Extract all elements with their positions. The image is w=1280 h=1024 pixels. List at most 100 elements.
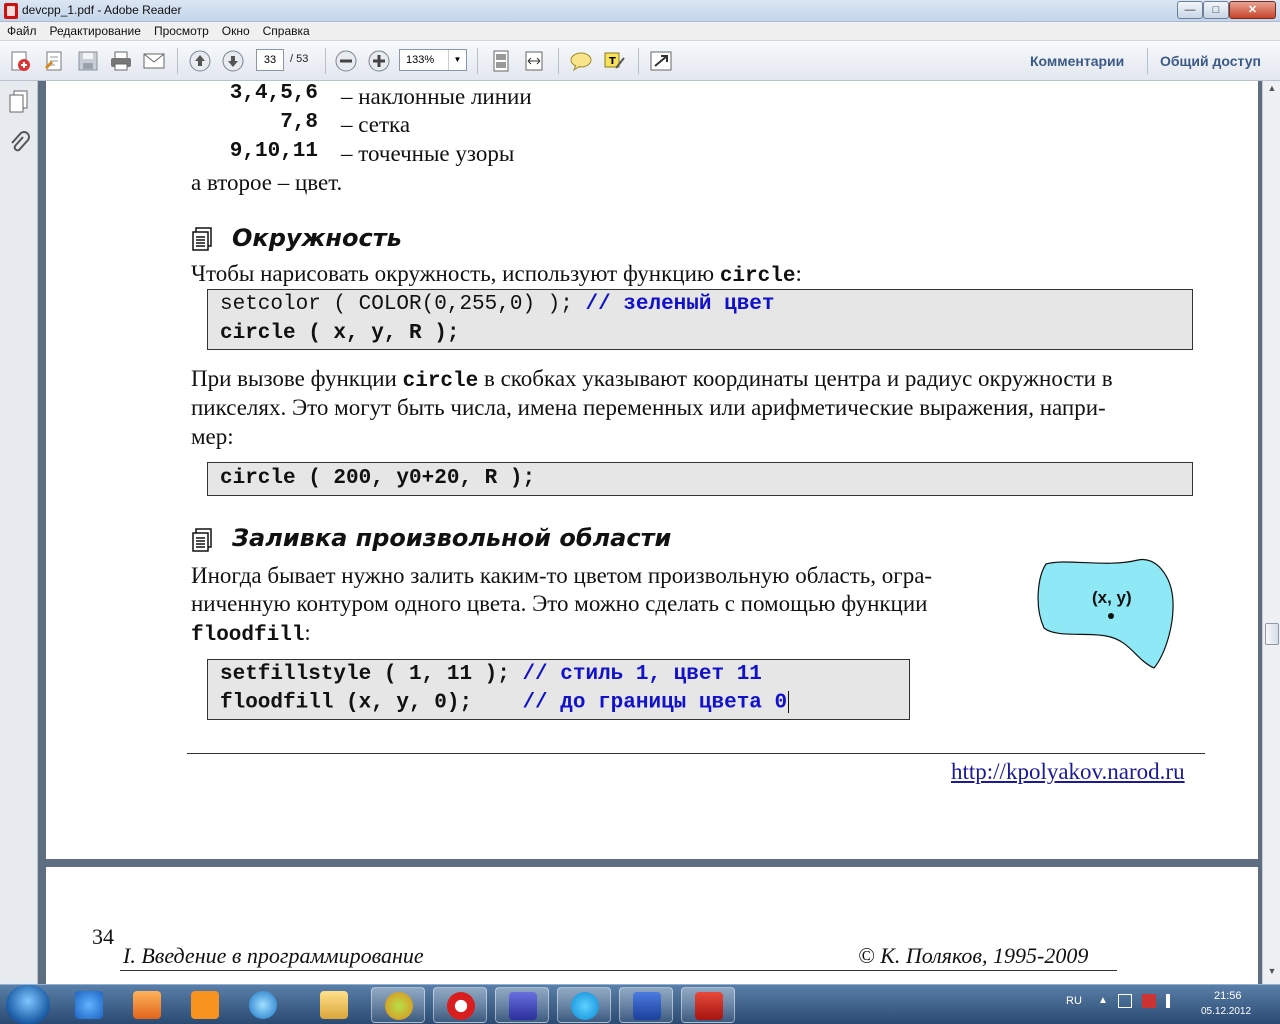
- taskbar-ie[interactable]: [62, 987, 116, 1023]
- notepad-icon: [190, 528, 214, 552]
- scroll-thumb[interactable]: [1265, 623, 1279, 645]
- clock-time[interactable]: 21:56: [1214, 990, 1242, 1002]
- pages-panel-icon[interactable]: [7, 89, 31, 113]
- word-icon: [633, 992, 661, 1020]
- highlight-icon[interactable]: T: [602, 50, 626, 72]
- paragraph-line: мер:: [191, 424, 234, 449]
- vertical-scrollbar[interactable]: ▲ ▼: [1262, 81, 1280, 984]
- save-icon[interactable]: [76, 50, 100, 72]
- adobe-reader-icon: [4, 3, 18, 19]
- action-center-icon[interactable]: [1142, 994, 1156, 1008]
- menu-file[interactable]: Файл: [0, 22, 43, 38]
- adobe-reader-icon: [695, 992, 723, 1020]
- paragraph-line: ниченную контуром одного цвета. Это можн…: [191, 591, 928, 616]
- code-line: circle ( x, y, R );: [220, 322, 460, 345]
- comments-panel-button[interactable]: Комментарии: [1030, 53, 1124, 69]
- ie-icon: [75, 991, 103, 1019]
- taskbar-opera[interactable]: [433, 987, 487, 1023]
- devcpp-icon: [509, 992, 537, 1020]
- network-icon[interactable]: [1118, 994, 1132, 1008]
- chevron-down-icon[interactable]: ▼: [448, 50, 466, 70]
- media-player-icon: [133, 991, 161, 1019]
- tray-expand-icon[interactable]: ▲: [1098, 995, 1108, 1006]
- paragraph-line: пикселях. Это могут быть числа, имена пе…: [191, 395, 1106, 420]
- hatch-desc: – точечные узоры: [341, 141, 515, 166]
- circle-intro: Чтобы нарисовать окружность, используют …: [191, 261, 802, 288]
- paragraph-line: floodfill:: [191, 620, 311, 647]
- zoom-in-icon[interactable]: [367, 50, 391, 72]
- fit-page-icon[interactable]: [489, 50, 513, 72]
- section-heading-fill: Заливка произвольной области: [232, 524, 672, 552]
- zoom-value: 133%: [406, 54, 435, 66]
- taskbar: RU ▲ 21:56 05.12.2012: [0, 984, 1280, 1024]
- mail-icon: [249, 991, 277, 1019]
- volume-icon[interactable]: [1166, 994, 1180, 1008]
- taskbar-skype[interactable]: [557, 987, 611, 1023]
- paragraph-line: Иногда бывает нужно залить каким-то цвет…: [191, 563, 933, 588]
- window-title: devcpp_1.pdf - Adobe Reader: [22, 3, 182, 17]
- hatch-desc: – наклонные линии: [341, 84, 532, 109]
- taskbar-explorer[interactable]: [307, 987, 361, 1023]
- scroll-up-icon[interactable]: ▲: [1265, 83, 1279, 97]
- minimize-button[interactable]: —: [1177, 1, 1203, 19]
- footer-rule: [120, 970, 1117, 971]
- create-pdf-icon[interactable]: [8, 50, 32, 72]
- figure-label: (x, y): [1092, 588, 1132, 607]
- language-indicator[interactable]: RU: [1066, 995, 1082, 1007]
- taskbar-ok[interactable]: [178, 987, 232, 1023]
- fit-width-icon[interactable]: [522, 50, 546, 72]
- print-icon[interactable]: [109, 50, 133, 72]
- zoom-out-icon[interactable]: [334, 50, 358, 72]
- page-count: / 53: [290, 53, 309, 65]
- taskbar-word[interactable]: [619, 987, 673, 1023]
- menu-bar: Файл Редактирование Просмотр Окно Справка: [0, 22, 1280, 41]
- fill-area-figure: (x, y): [1036, 556, 1176, 670]
- email-icon[interactable]: [142, 50, 166, 72]
- page-number-input[interactable]: 33: [256, 49, 284, 71]
- close-button[interactable]: ✕: [1229, 1, 1276, 19]
- edit-document-icon[interactable]: [42, 50, 66, 72]
- share-panel-button[interactable]: Общий доступ: [1160, 53, 1261, 69]
- svg-text:T: T: [609, 56, 616, 67]
- menu-edit[interactable]: Редактирование: [43, 22, 147, 38]
- expand-icon[interactable]: [649, 50, 673, 72]
- paragraph-line: При вызове функции circle в скобках указ…: [191, 366, 1113, 393]
- second-param-text: а второе – цвет.: [191, 170, 343, 195]
- code-line: setfillstyle ( 1, 11 ); // стиль 1, цвет…: [220, 663, 762, 686]
- skype-icon: [571, 992, 599, 1020]
- page-number: 34: [92, 924, 114, 949]
- menu-help[interactable]: Справка: [256, 22, 316, 38]
- opera-icon: [447, 992, 475, 1020]
- next-page-icon[interactable]: [221, 50, 245, 72]
- scroll-down-icon[interactable]: ▼: [1265, 966, 1279, 980]
- start-button[interactable]: [6, 985, 50, 1024]
- comment-icon[interactable]: [569, 50, 593, 72]
- taskbar-mail[interactable]: [236, 987, 290, 1023]
- site-link[interactable]: http://kpolyakov.narod.ru: [951, 759, 1185, 785]
- code-line: floodfill (x, y, 0); // до границы цвета…: [220, 691, 790, 715]
- app-icon: [385, 992, 413, 1020]
- hatch-desc: – сетка: [341, 112, 411, 137]
- taskbar-devcpp[interactable]: [495, 987, 549, 1023]
- odnoklassniki-icon: [191, 991, 219, 1019]
- text-cursor: [788, 691, 790, 713]
- menu-view[interactable]: Просмотр: [147, 22, 215, 38]
- zoom-select[interactable]: 133% ▼: [399, 49, 467, 71]
- folder-icon: [320, 991, 348, 1019]
- taskbar-media[interactable]: [120, 987, 174, 1023]
- title-bar: devcpp_1.pdf - Adobe Reader — □ ✕: [0, 0, 1280, 22]
- attachments-icon[interactable]: [7, 131, 31, 155]
- menu-window[interactable]: Окно: [215, 22, 256, 38]
- taskbar-adobe-reader[interactable]: [681, 987, 735, 1023]
- navigation-pane: [0, 81, 38, 984]
- maximize-button[interactable]: □: [1203, 1, 1229, 19]
- code-line: circle ( 200, y0+20, R );: [220, 467, 536, 490]
- toolbar: 33 / 53 133% ▼ T Комментарии Общий досту…: [0, 41, 1280, 81]
- footer-left: I. Введение в программирование: [123, 943, 424, 968]
- hatch-codes: 7,8: [280, 111, 318, 134]
- clock-date[interactable]: 05.12.2012: [1201, 1006, 1251, 1017]
- taskbar-app[interactable]: [371, 987, 425, 1023]
- page-divider: [187, 753, 1205, 754]
- code-line: setcolor ( COLOR(0,255,0) ); // зеленый …: [220, 293, 775, 316]
- previous-page-icon[interactable]: [188, 50, 212, 72]
